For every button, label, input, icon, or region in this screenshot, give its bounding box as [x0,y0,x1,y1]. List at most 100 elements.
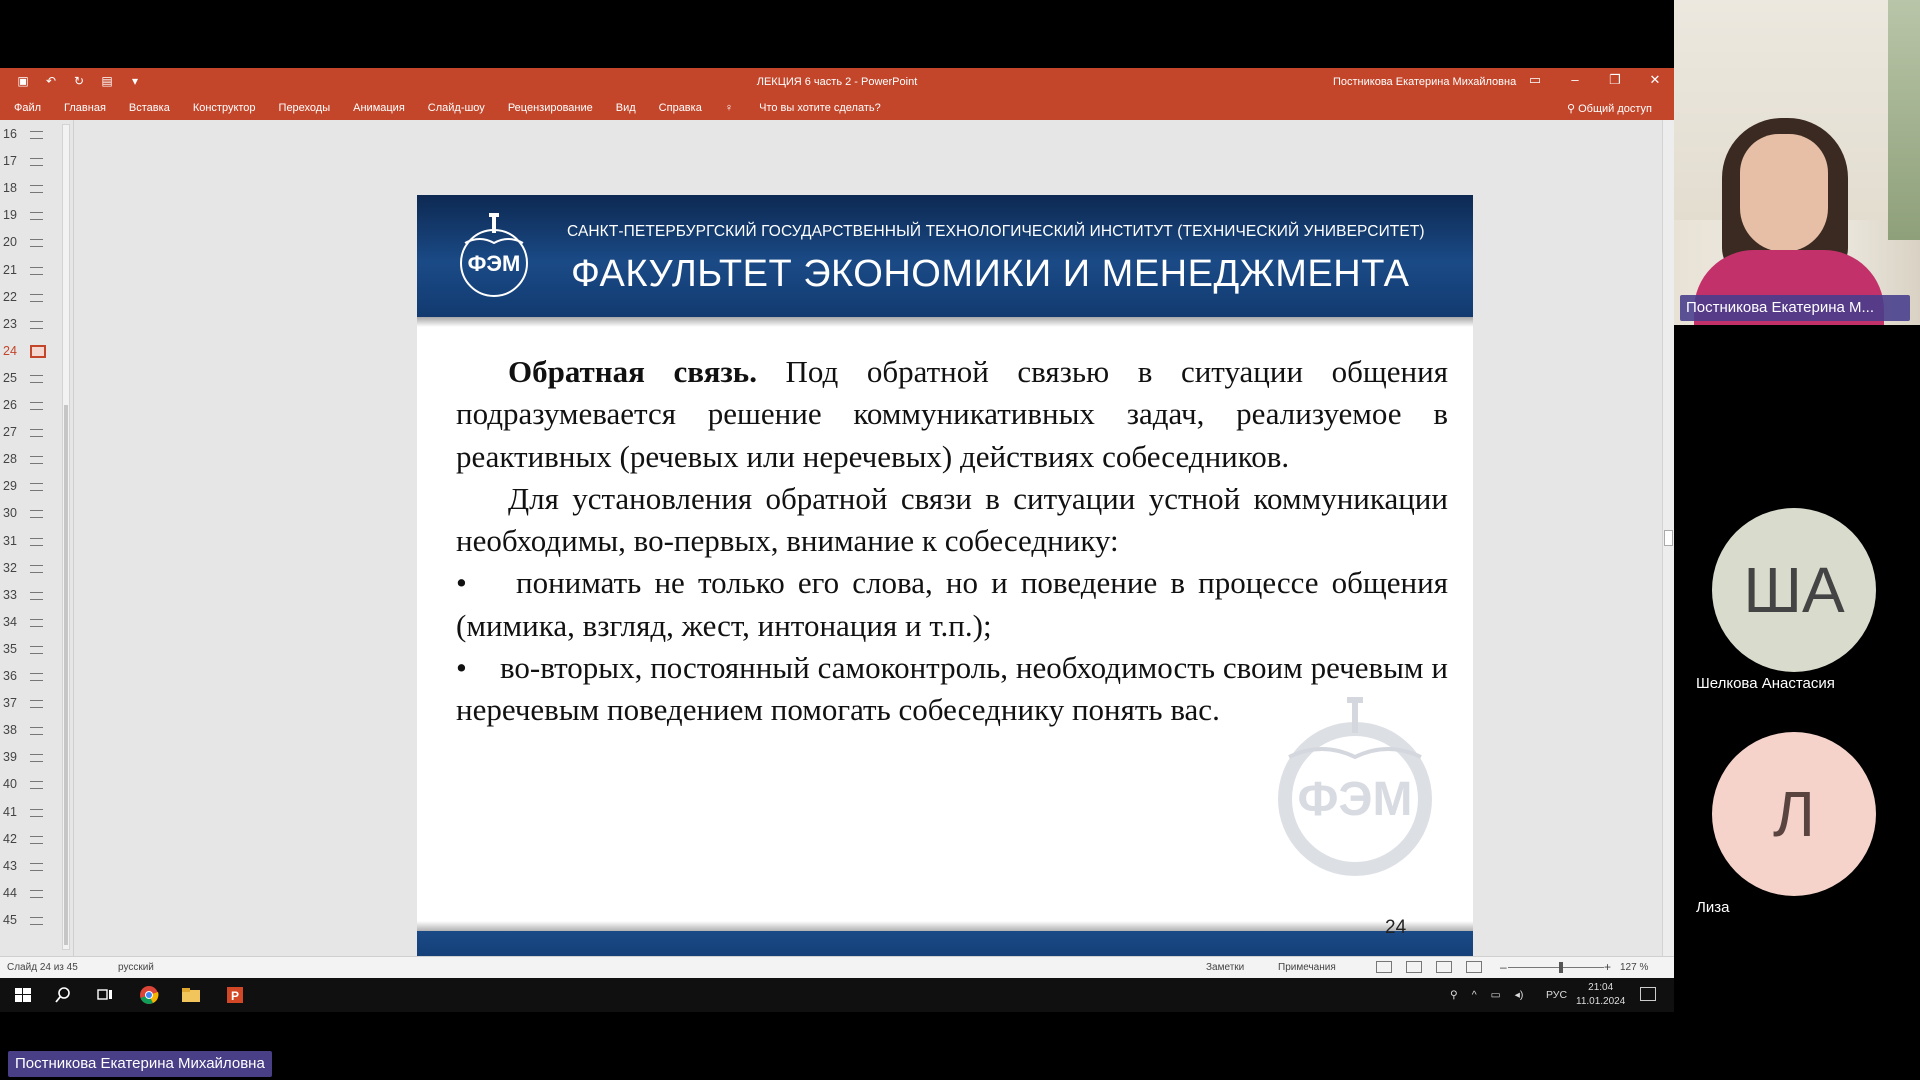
volume-icon[interactable]: ◂) [1515,989,1524,1001]
tell-me-search[interactable]: ♀ Что вы хотите сделать? [725,102,904,114]
thumbnail-number: 31 [3,533,17,548]
windows-start-icon[interactable] [12,985,34,1005]
minimize-icon[interactable]: – [1566,72,1584,88]
clock[interactable]: 21:04 11.01.2024 [1576,981,1625,1009]
thumbnail-row[interactable]: 31 [0,529,60,556]
thumbnail-scrollbar[interactable] [62,124,70,950]
thumbnail-row[interactable]: 20 [0,230,60,257]
thumbnail-number: 26 [3,398,17,412]
chrome-icon[interactable] [138,985,160,1005]
thumbnail-row[interactable]: 26 [0,393,60,420]
thumbnail-number: 20 [3,235,17,250]
network-icon[interactable]: ▭ [1491,989,1501,1001]
close-icon[interactable]: ✕ [1646,72,1664,88]
reading-view-icon[interactable] [1436,961,1452,973]
thumbnail-row[interactable]: 38 [0,718,60,745]
file-explorer-icon[interactable] [180,985,202,1005]
zoom-level[interactable]: 127 % [1620,962,1648,973]
zoom-slider-thumb[interactable] [1559,962,1563,973]
thumbnail-row[interactable]: 24 [0,339,60,366]
slide-thumbnail-pane[interactable]: 16 17 18 19 20 21 22 23 24 25 26 27 28 29 30 31 32 33 34 35… [0,120,74,956]
svg-text:ФЭМ: ФЭМ [468,251,521,276]
thumbnail-row[interactable]: 33 [0,583,60,610]
thumbnail-number: 37 [3,696,17,711]
thumbnail-row[interactable]: 32 [0,556,60,583]
thumbnail-row[interactable]: 17 [0,149,60,176]
account-name[interactable]: Постникова Екатерина Михайловна [1333,76,1516,88]
thumbnail-row[interactable]: 28 [0,447,60,474]
powerpoint-icon[interactable]: P [224,985,246,1005]
tab-home[interactable]: Главная [64,102,106,114]
thumbnail-row[interactable]: 30 [0,501,60,528]
people-icon[interactable]: ⚲ [1450,989,1458,1001]
tab-animations[interactable]: Анимация [353,102,405,114]
tab-review[interactable]: Рецензирование [508,102,593,114]
share-button[interactable]: ⚲ Общий доступ [1567,102,1652,115]
video-window-background [1888,0,1920,240]
tab-slideshow[interactable]: Слайд-шоу [428,102,485,114]
thumbnail-number: 29 [3,479,17,494]
thumbnail-row[interactable]: 29 [0,474,60,501]
slide-sorter-icon[interactable] [1406,961,1422,973]
thumbnail-row[interactable]: 16 [0,122,60,149]
restore-icon[interactable]: ❐ [1606,72,1624,88]
slideshow-view-icon[interactable] [1466,961,1482,973]
thumbnail-row[interactable]: 23 [0,312,60,339]
slide-thumbnail-icon [30,673,43,681]
participant-avatar[interactable]: Л [1712,732,1876,896]
thumbnail-row[interactable]: 34 [0,610,60,637]
tab-view[interactable]: Вид [616,102,636,114]
task-view-icon[interactable] [94,985,116,1005]
thumbnail-row[interactable]: 39 [0,745,60,772]
notifications-icon[interactable] [1640,987,1656,1001]
header-shadow [417,317,1473,327]
clock-time: 21:04 [1588,982,1614,993]
thumbnail-row[interactable]: 27 [0,420,60,447]
comments-button[interactable]: Примечания [1278,962,1336,973]
thumbnail-row[interactable]: 40 [0,772,60,799]
zoom-out-button[interactable]: – [1500,960,1507,974]
slide[interactable]: ФЭМ САНКТ-ПЕТЕРБУРГСКИЙ ГОСУДАРСТВЕННЫЙ … [417,195,1473,989]
thumbnail-number: 32 [3,560,17,575]
language-indicator[interactable]: русский [118,962,154,973]
thumbnail-row[interactable]: 42 [0,827,60,854]
thumbnail-row[interactable]: 22 [0,285,60,312]
editor-vertical-scrollbar[interactable] [1662,120,1674,956]
slide-editor-canvas[interactable]: ФЭМ САНКТ-ПЕТЕРБУРГСКИЙ ГОСУДАРСТВЕННЫЙ … [75,120,1665,989]
institute-name: САНКТ-ПЕТЕРБУРГСКИЙ ГОСУДАРСТВЕННЫЙ ТЕХН… [567,223,1425,240]
zoom-slider-track[interactable] [1508,967,1604,968]
thumbnail-row[interactable]: 36 [0,664,60,691]
presenter-name-label: Постникова Екатерина М... [1680,295,1910,321]
faculty-name: ФАКУЛЬТЕТ ЭКОНОМИКИ И МЕНЕДЖМЕНТА [571,253,1410,295]
presenter-video-tile[interactable]: Постникова Екатерина М... [1674,0,1920,325]
thumbnail-row[interactable]: 19 [0,203,60,230]
thumbnail-row[interactable]: 44 [0,881,60,908]
editor-scroll-thumb[interactable] [1664,530,1673,546]
thumbnail-row[interactable]: 45 [0,908,60,935]
ribbon-display-icon[interactable]: ▭ [1526,72,1544,88]
tab-design[interactable]: Конструктор [193,102,256,114]
thumbnail-row[interactable]: 37 [0,691,60,718]
input-language[interactable]: РУС [1546,989,1567,1001]
tab-transitions[interactable]: Переходы [279,102,331,114]
participant-avatar[interactable]: ША [1712,508,1876,672]
tab-insert[interactable]: Вставка [129,102,170,114]
clock-date: 11.01.2024 [1576,996,1626,1007]
thumbnail-row[interactable]: 41 [0,800,60,827]
zoom-in-button[interactable]: + [1604,960,1611,974]
slide-body-text[interactable]: Обратная связь. Под обратной связью в си… [456,351,1448,732]
tab-help[interactable]: Справка [659,102,702,114]
normal-view-icon[interactable] [1376,961,1392,973]
tray-overflow-icon[interactable]: ^ [1472,989,1477,1001]
thumbnail-scroll-thumb[interactable] [64,405,68,945]
participant-name: Лиза [1696,899,1730,916]
slide-number: 24 [1385,917,1407,938]
thumbnail-row[interactable]: 21 [0,258,60,285]
thumbnail-row[interactable]: 43 [0,854,60,881]
thumbnail-row[interactable]: 35 [0,637,60,664]
search-icon[interactable] [52,985,74,1005]
tab-file[interactable]: Файл [14,102,41,114]
thumbnail-row[interactable]: 18 [0,176,60,203]
notes-button[interactable]: Заметки [1206,962,1244,973]
thumbnail-row[interactable]: 25 [0,366,60,393]
